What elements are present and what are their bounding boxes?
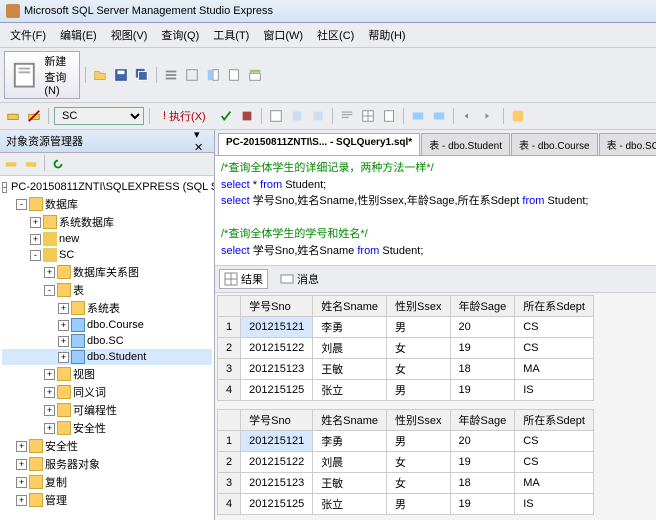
new-query-icon: [11, 60, 41, 90]
save-button[interactable]: [112, 66, 130, 84]
tab-query[interactable]: PC-20150811ZNTI\S... - SQLQuery1.sql*: [218, 133, 420, 155]
specify-values-icon[interactable]: [509, 107, 527, 125]
uncomment-icon[interactable]: [430, 107, 448, 125]
disconnect2-icon[interactable]: [22, 155, 40, 173]
execute-button[interactable]: ! 执行(X): [155, 106, 214, 126]
database-combo[interactable]: SC: [54, 107, 144, 125]
panel-header: 对象资源管理器 ▾ ✕: [0, 130, 214, 153]
tree-replication[interactable]: +复制: [2, 473, 212, 491]
refresh-icon[interactable]: [49, 155, 67, 173]
tree-student[interactable]: +dbo.Student: [2, 349, 212, 365]
app-icon: [6, 4, 20, 18]
result-grid-1[interactable]: 学号Sno姓名Sname性别Ssex年龄Sage所在系Sdept12012151…: [217, 295, 594, 401]
menu-community[interactable]: 社区(C): [311, 25, 360, 45]
result-tabs: 结果 消息: [215, 266, 656, 293]
results-text-icon[interactable]: [338, 107, 356, 125]
tab-sc[interactable]: 表 - dbo.SC: [599, 133, 656, 155]
disconnect-icon[interactable]: [25, 107, 43, 125]
results-tab[interactable]: 结果: [219, 269, 268, 289]
document-tabs: PC-20150811ZNTI\S... - SQLQuery1.sql* 表 …: [215, 130, 656, 156]
menu-tools[interactable]: 工具(T): [207, 25, 255, 45]
tree-server-objects[interactable]: +服务器对象: [2, 455, 212, 473]
tree-new[interactable]: +new: [2, 231, 212, 247]
cancel-icon[interactable]: [238, 107, 256, 125]
display-plan-icon[interactable]: [267, 107, 285, 125]
tree-security-db[interactable]: +安全性: [2, 419, 212, 437]
menu-window[interactable]: 窗口(W): [257, 25, 309, 45]
app-title: Microsoft SQL Server Management Studio E…: [24, 5, 273, 17]
new-query-button[interactable]: 新建查询(N): [4, 51, 80, 99]
tree-synonyms[interactable]: +同义词: [2, 383, 212, 401]
change-connection-icon[interactable]: [4, 107, 22, 125]
message-icon: [280, 272, 294, 286]
outdent-icon[interactable]: [480, 107, 498, 125]
results-file-icon[interactable]: [380, 107, 398, 125]
properties-icon[interactable]: [183, 66, 201, 84]
tree-tables[interactable]: -表: [2, 281, 212, 299]
messages-tab[interactable]: 消息: [276, 269, 323, 289]
it1-icon[interactable]: [288, 107, 306, 125]
tree-sysdb[interactable]: +系统数据库: [2, 213, 212, 231]
panel-title: 对象资源管理器: [6, 133, 83, 149]
comment-icon[interactable]: [409, 107, 427, 125]
editor-area: PC-20150811ZNTI\S... - SQLQuery1.sql* 表 …: [215, 130, 656, 520]
tree-sc-table[interactable]: +dbo.SC: [2, 333, 212, 349]
tree: -PC-20150811ZNTI\SQLEXPRESS (SQL Ser -数据…: [0, 176, 214, 520]
tree-systables[interactable]: +系统表: [2, 299, 212, 317]
toolbar-main: 新建查询(N): [0, 48, 656, 103]
result-grid-2[interactable]: 学号Sno姓名Sname性别Ssex年龄Sage所在系Sdept12012151…: [217, 409, 594, 515]
tree-sc[interactable]: -SC: [2, 247, 212, 263]
it2-icon[interactable]: [309, 107, 327, 125]
tree-course[interactable]: +dbo.Course: [2, 317, 212, 333]
panel-close-icon[interactable]: ▾ ✕: [194, 134, 208, 148]
panel-toolbar: [0, 153, 214, 176]
titlebar: Microsoft SQL Server Management Studio E…: [0, 0, 656, 23]
tree-security[interactable]: +安全性: [2, 437, 212, 455]
tree-databases[interactable]: -数据库: [2, 195, 212, 213]
tree-management[interactable]: +管理: [2, 491, 212, 509]
object-explorer-panel: 对象资源管理器 ▾ ✕ -PC-20150811ZNTI\SQLEXPRESS …: [0, 130, 215, 520]
sql-editor[interactable]: /*查询全体学生的详细记录，两种方法一样*/ select * from Stu…: [215, 156, 656, 266]
parse-icon[interactable]: [217, 107, 235, 125]
tree-diagram[interactable]: +数据库关系图: [2, 263, 212, 281]
menu-file[interactable]: 文件(F): [4, 25, 52, 45]
menu-query[interactable]: 查询(Q): [155, 25, 205, 45]
tree-programmability[interactable]: +可编程性: [2, 401, 212, 419]
open-button[interactable]: [91, 66, 109, 84]
menu-view[interactable]: 视图(V): [105, 25, 154, 45]
tree-views[interactable]: +视图: [2, 365, 212, 383]
template-icon[interactable]: [225, 66, 243, 84]
tree-server[interactable]: -PC-20150811ZNTI\SQLEXPRESS (SQL Ser: [2, 179, 212, 195]
connect-icon[interactable]: [2, 155, 20, 173]
menu-edit[interactable]: 编辑(E): [54, 25, 103, 45]
summary-icon[interactable]: [246, 66, 264, 84]
menu-help[interactable]: 帮助(H): [362, 25, 411, 45]
results-grids: 学号Sno姓名Sname性别Ssex年龄Sage所在系Sdept12012151…: [215, 293, 656, 520]
toolbar-query: SC ! 执行(X): [0, 103, 656, 130]
list-icon[interactable]: [162, 66, 180, 84]
indent-icon[interactable]: [459, 107, 477, 125]
save-all-button[interactable]: [133, 66, 151, 84]
menubar: 文件(F) 编辑(E) 视图(V) 查询(Q) 工具(T) 窗口(W) 社区(C…: [0, 23, 656, 48]
grid-icon: [224, 272, 238, 286]
tab-student[interactable]: 表 - dbo.Student: [421, 133, 510, 155]
results-grid-icon[interactable]: [359, 107, 377, 125]
object-explorer-icon[interactable]: [204, 66, 222, 84]
tab-course[interactable]: 表 - dbo.Course: [511, 133, 598, 155]
